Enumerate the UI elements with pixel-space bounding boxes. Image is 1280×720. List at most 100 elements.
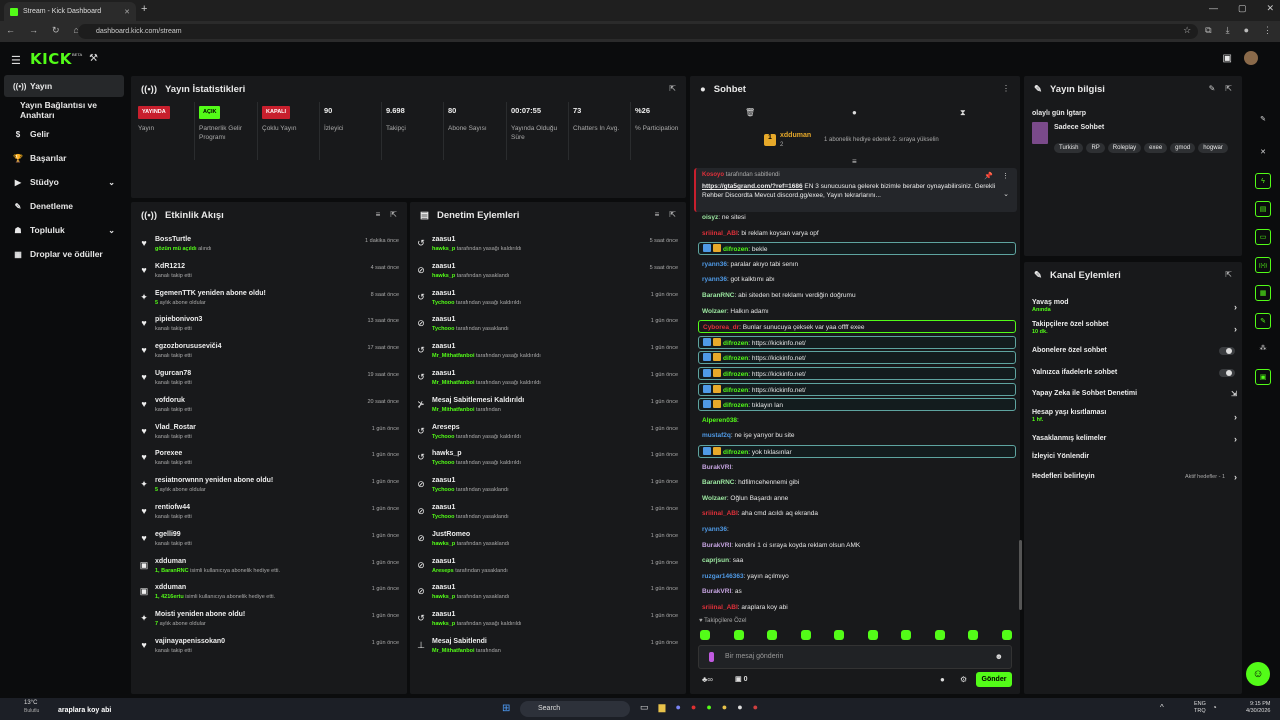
sidebar-item[interactable]: ▦ Droplar ve ödüller (4, 243, 124, 265)
chevron-right-icon[interactable]: › (1234, 412, 1237, 422)
filter-icon[interactable]: ≡ (655, 210, 660, 219)
chat-username[interactable]: difrozen (723, 340, 748, 347)
chat-message[interactable]: sriiinal_ABI: aha cmd acıldı aq ekranda (698, 507, 1016, 520)
extensions-icon[interactable]: ⧉ (1205, 25, 1211, 36)
new-tab-icon[interactable]: + (141, 3, 147, 15)
help-chat-button[interactable]: ☺ (1246, 662, 1270, 686)
chrome-icon[interactable]: ● (722, 702, 727, 713)
share-icon[interactable]: ⁂ (1255, 341, 1271, 357)
chat-username[interactable]: BaranRNC (702, 292, 735, 299)
toggle-switch[interactable] (1219, 369, 1235, 377)
points-display[interactable]: ▣ 0 (735, 675, 747, 683)
channel-action-item[interactable]: Takipçilere özel sohbet 10 dk. › (1032, 321, 1237, 339)
chat-username[interactable]: BurakVRl (702, 542, 731, 549)
emote-icon[interactable] (800, 630, 811, 640)
chat-username[interactable]: sriiinal_ABI (702, 604, 738, 611)
moderation-row[interactable]: ⊘ zaasu1 hawks_p tarafından yasaklandı 5 sa… (416, 261, 678, 288)
weather-temp[interactable]: 13°C (24, 700, 37, 706)
channel-action-item[interactable]: Hedefleri belirleyin › Aktif hedefler - 1 (1032, 472, 1237, 491)
sidebar-item[interactable]: ✎ Denetleme (4, 195, 124, 217)
chat-username[interactable]: Wolzaer (702, 495, 727, 502)
chat-message[interactable]: Alperen038: (698, 414, 1016, 427)
moderation-row[interactable]: ⊥ Mesaj Sabitlendi Mr_Mithatfanboi tarafın… (416, 636, 678, 663)
trash-icon[interactable]: 🗑 (745, 108, 755, 117)
chat-username[interactable]: mustaf2q (702, 432, 731, 439)
activity-row[interactable]: ✦ resiatnorwnnn yeniden abone oldu! 5 aylı… (139, 475, 399, 502)
chat-username[interactable]: BaranRNC (702, 479, 735, 486)
taskbar-search[interactable]: Search (520, 701, 630, 717)
chat-message[interactable]: difrozen: https://kickinfo.net/ (698, 335, 1016, 349)
chat-username[interactable]: ryann36 (702, 261, 727, 268)
file-explorer-icon[interactable]: ▆ (659, 702, 666, 713)
forward-icon[interactable]: → (29, 25, 38, 36)
moderation-row[interactable]: ⊘ zaasu1 Tychooo tarafından yasaklandı 1 gü… (416, 502, 678, 529)
channel-action-item[interactable]: İzleyici Yönlendir (1032, 453, 1237, 471)
sidebar-item[interactable]: $ Gelir (4, 123, 124, 145)
x-rail-icon[interactable]: ✕ (1255, 145, 1271, 161)
chat-username[interactable]: difrozen (723, 402, 748, 409)
sidebar-item[interactable]: ☗ Topluluk ⌄ (4, 219, 124, 241)
chat-message[interactable]: BurakVRl: as (698, 585, 1016, 598)
activity-row[interactable]: ♥ pipiebonivon3 kanalı takip etti 13 saat ö… (139, 314, 399, 341)
hourglass-icon[interactable]: ⧗ (960, 108, 966, 118)
channel-action-item[interactable]: Hesap yaşı kısıtlaması 1 hf. › (1032, 409, 1237, 427)
chevron-right-icon[interactable]: › (1234, 472, 1237, 482)
browser-tab[interactable]: Stream - Kick Dashboard ✕ (4, 2, 136, 21)
chat-input[interactable]: Bir mesaj gönderin ☻ (698, 645, 1012, 669)
chat-username[interactable]: difrozen (723, 387, 748, 394)
url-field[interactable]: dashboard.kick.com/stream (78, 24, 1198, 39)
mic-icon[interactable] (709, 652, 714, 662)
chat-username[interactable]: BurakVRl (702, 464, 731, 471)
stream-tag[interactable]: RP (1086, 143, 1105, 153)
app-icon[interactable]: ● (753, 702, 758, 713)
activity-row[interactable]: ♥ rentiofw44 kanalı takip etti 1 gün önce (139, 502, 399, 529)
channel-action-item[interactable]: Yasaklanmış kelimeler › (1032, 434, 1237, 453)
chat-username[interactable]: difrozen (723, 355, 748, 362)
opera-icon[interactable]: ● (691, 702, 696, 713)
stream-tag[interactable]: gmod (1170, 143, 1196, 153)
emote-icon[interactable] (901, 630, 912, 640)
settings-icon[interactable]: ⚙ (960, 675, 967, 684)
moderation-row[interactable]: ⊁ Mesaj Sabitlemesi Kaldırıldı Mr_Mithatfa… (416, 395, 678, 422)
moderation-row[interactable]: ↺ hawks_p Tychooo tarafından yasağı kaldır… (416, 448, 678, 475)
activity-row[interactable]: ♥ BossTurtle gözün mü açıldı alındı 1 dakik… (139, 234, 399, 261)
activity-row[interactable]: ♥ vofdoruk kanalı takip etti 20 saat önce (139, 395, 399, 422)
pencil-rail-icon[interactable]: ✎ (1255, 112, 1271, 128)
activity-row[interactable]: ♥ Porexee kanalı takip etti 1 gün önce (139, 448, 399, 475)
chat-message[interactable]: BurakVRl: kendini 1 ci sıraya koyda rekl… (698, 539, 1016, 552)
expand-pinned-icon[interactable]: ⌄ (1003, 190, 1009, 198)
sidebar-item[interactable]: ((•)) Yayın (4, 75, 124, 97)
edit-icon[interactable]: ✎ (1209, 84, 1216, 93)
wrench-rail-icon[interactable]: ✎ (1255, 313, 1271, 329)
discord-icon[interactable]: ● (675, 702, 680, 713)
channel-action-item[interactable]: Yalnızca ifadelerle sohbet (1032, 369, 1237, 387)
moderation-row[interactable]: ↺ zaasu1 Mr_Mithatfanboi tarafından yasağı… (416, 368, 678, 395)
chat-message[interactable]: difrozen: tıklayın lan (698, 398, 1016, 412)
sidebar-item[interactable]: Yayın Bağlantısı ve Anahtarı (4, 99, 124, 121)
emote-icon[interactable] (834, 630, 845, 640)
lightning-icon[interactable]: ϟ (1255, 173, 1271, 189)
wifi-icon[interactable]: ◔ (1212, 703, 1217, 712)
chat-username[interactable]: difrozen (723, 246, 748, 253)
close-window-icon[interactable]: ✕ (1266, 3, 1274, 14)
chat-message[interactable]: oisyz: ne sitesi (698, 211, 1016, 224)
poll-icon[interactable]: ▣ (1255, 369, 1271, 385)
layers-icon[interactable]: ▦ (1255, 285, 1271, 301)
emote-icon[interactable] (733, 630, 744, 640)
infinity-icon[interactable]: ♣∞ (702, 675, 713, 684)
toggle-switch[interactable] (1219, 347, 1235, 355)
kick-logo[interactable]: KICK (30, 50, 72, 68)
filter-icon[interactable]: ≡ (376, 210, 381, 219)
activity-row[interactable]: ▣ xdduman 1, BaranRNC isimli kullanıcıya a… (139, 556, 399, 583)
moderation-row[interactable]: ↺ Areseps Tychooo tarafından yasağı kaldır… (416, 422, 678, 449)
send-button[interactable]: Gönder (976, 672, 1012, 687)
channel-action-item[interactable]: Yavaş mod Anında › (1032, 299, 1237, 317)
activity-row[interactable]: ✦ Moisti yeniden abone oldu! 7 aylık abone… (139, 609, 399, 636)
pin-icon[interactable]: 📌 (984, 172, 993, 180)
chat-message[interactable]: Wolzaer: Halkın adamı (698, 305, 1016, 318)
moderation-row[interactable]: ↺ zaasu1 Mr_Mithatfanboi tarafından yasağı… (416, 341, 678, 368)
chat-message[interactable]: Wolzaer: Oğlun Başardı anne (698, 492, 1016, 505)
activity-row[interactable]: ✦ EgemenTTK yeniden abone oldu! 5 aylık ab… (139, 288, 399, 315)
emote-icon[interactable] (700, 630, 710, 640)
hamburger-menu-icon[interactable]: ☰ (11, 54, 21, 67)
